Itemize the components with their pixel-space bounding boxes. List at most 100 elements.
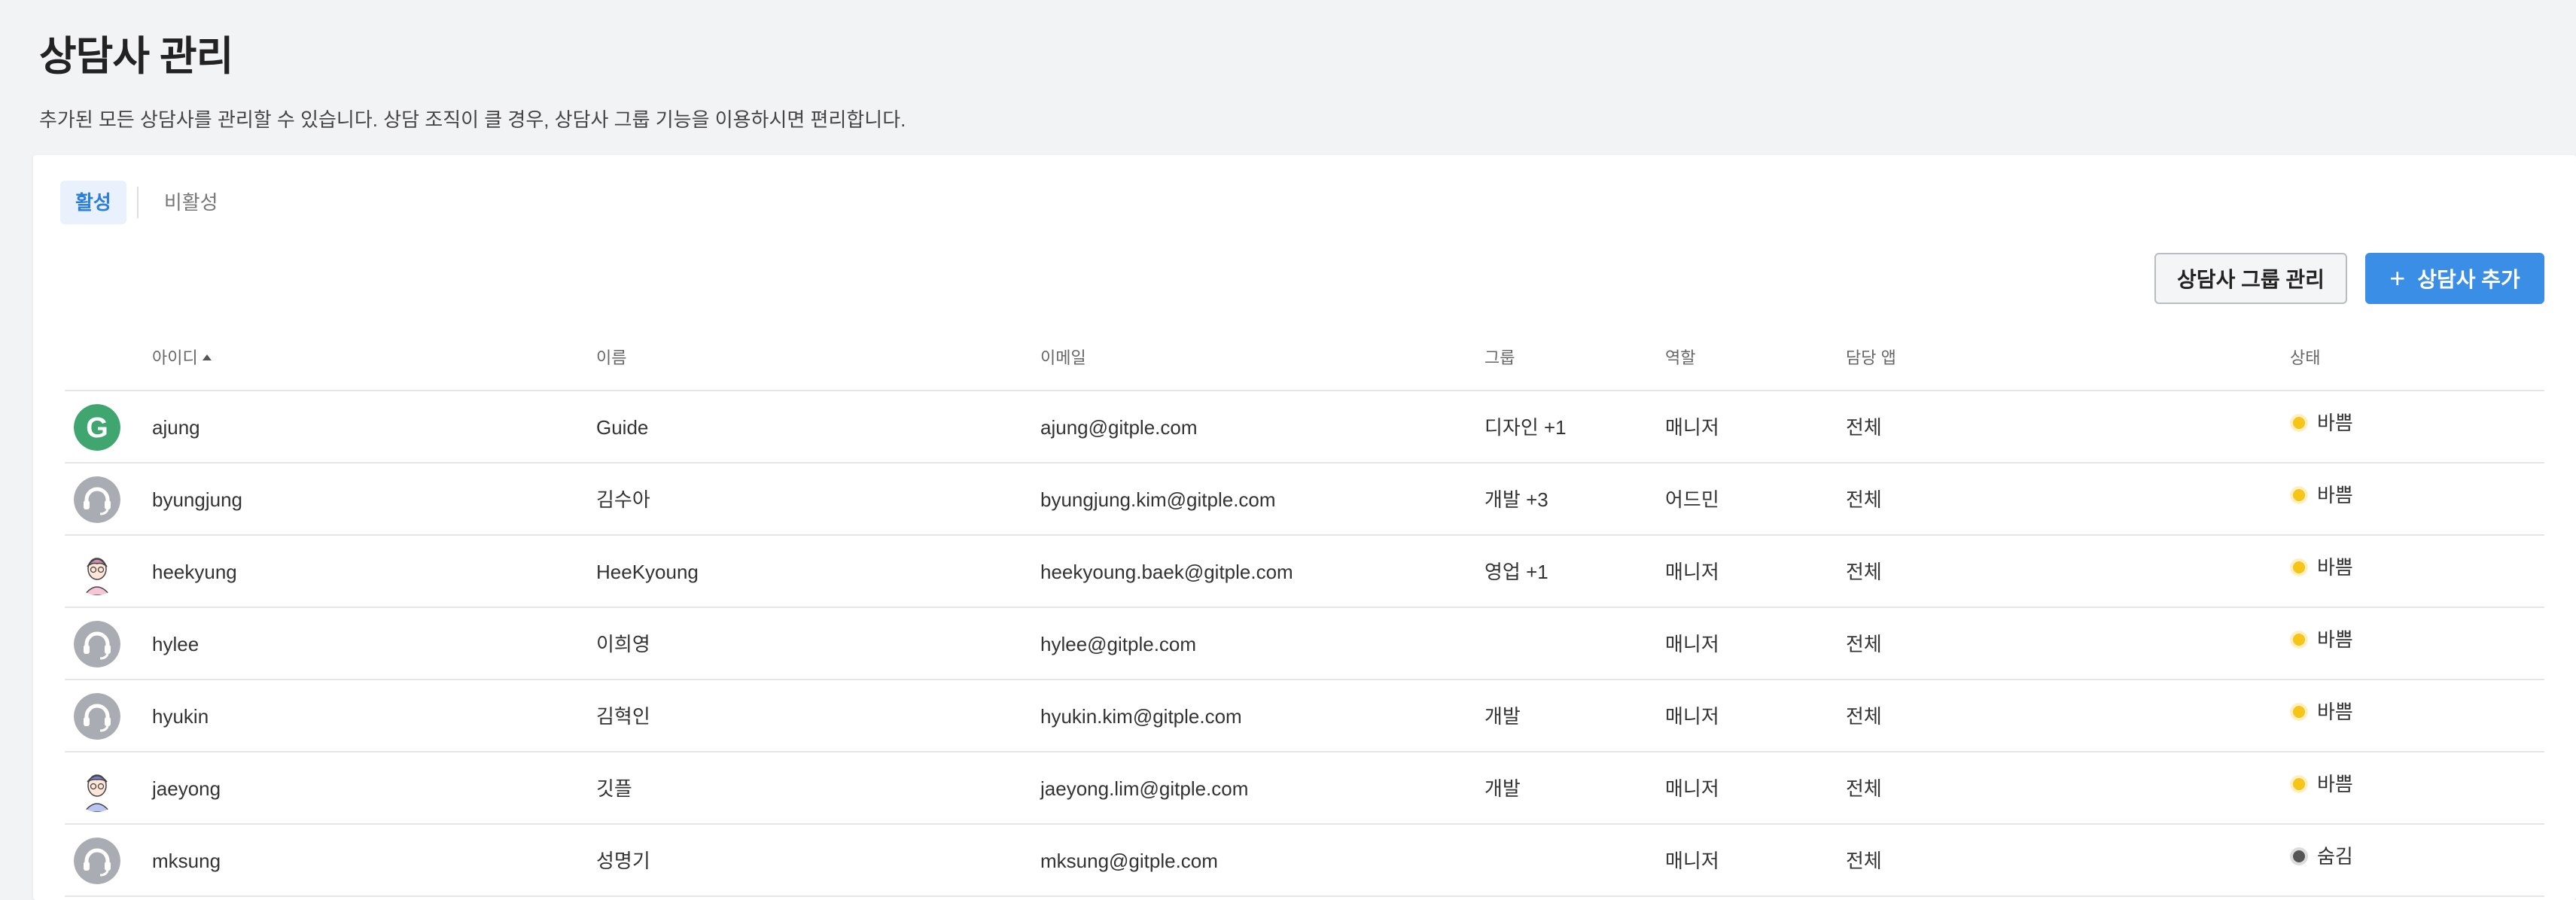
status-label: 바쁨 <box>2317 701 2353 723</box>
cell-app: 전체 <box>1846 561 1882 583</box>
status-label: 바쁨 <box>2317 484 2353 506</box>
cell-id: mksung <box>152 850 221 872</box>
status-label: 바쁨 <box>2317 556 2353 579</box>
cell-email: jaeyong.lim@gitple.com <box>1040 777 1249 800</box>
table-row[interactable]: jaeyong 깃플 jaeyong.lim@gitple.com 개발 매니저 전체 바쁨 <box>65 753 2544 825</box>
cell-group: 개발 <box>1484 705 1521 728</box>
headset-avatar-icon <box>74 476 120 523</box>
cell-app: 전체 <box>1846 850 1882 872</box>
column-header-email: 이메일 <box>1040 348 1086 367</box>
cell-email: hyukin.kim@gitple.com <box>1040 705 1242 728</box>
status-dot-icon <box>2290 631 2308 649</box>
cell-email: hylee@gitple.com <box>1040 633 1197 655</box>
page-title: 상담사 관리 <box>39 34 233 79</box>
user-avatar <box>74 549 120 595</box>
status-label: 숨김 <box>2317 845 2353 868</box>
cell-email: byungjung.kim@gitple.com <box>1040 488 1276 511</box>
status-indicator: 숨김 <box>2290 820 2353 892</box>
table-row[interactable]: Gajung Guide ajung@gitple.com 디자인 +1 매니저 전체 바쁨 <box>65 391 2544 464</box>
cell-group: 개발 <box>1484 777 1521 800</box>
headset-avatar-icon <box>74 621 120 667</box>
cell-id: heekyung <box>152 561 237 583</box>
cell-email: ajung@gitple.com <box>1040 416 1198 439</box>
status-indicator: 바쁨 <box>2290 748 2353 820</box>
cell-app: 전체 <box>1846 777 1882 800</box>
cell-role: 매니저 <box>1665 561 1719 583</box>
cell-app: 전체 <box>1846 633 1882 655</box>
table-row[interactable]: hylee 이희영 hylee@gitple.com 매니저 전체 바쁨 <box>65 608 2544 680</box>
status-label: 바쁨 <box>2317 412 2353 434</box>
column-header-id[interactable]: 아이디 <box>152 325 212 391</box>
cell-id: ajung <box>152 416 200 439</box>
cell-status: 바쁨 <box>2290 680 2353 753</box>
cell-app: 전체 <box>1846 705 1882 728</box>
status-indicator: 바쁨 <box>2290 459 2353 531</box>
cell-name: Guide <box>596 416 649 439</box>
cell-name: 깃플 <box>596 777 632 800</box>
column-header-group: 그룹 <box>1484 348 1515 367</box>
headset-avatar-icon <box>74 838 120 884</box>
cell-app: 전체 <box>1846 416 1882 439</box>
tab-inactive[interactable]: 비활성 <box>149 181 233 224</box>
cell-role: 어드민 <box>1665 488 1719 511</box>
tab-active[interactable]: 활성 <box>60 181 126 224</box>
status-dot-icon <box>2290 558 2308 576</box>
agent-table: 아이디 이름 이메일 그룹 역할 담당 앱 상태 Gajung Guide ajun… <box>65 325 2544 897</box>
table-row[interactable]: hyukin 김혁인 hyukin.kim@gitple.com 개발 매니저 전체 바쁨 <box>65 680 2544 753</box>
column-header-name: 이름 <box>596 348 627 367</box>
cell-role: 매니저 <box>1665 416 1719 439</box>
status-dot-icon <box>2290 703 2308 721</box>
cell-status: 숨김 <box>2290 825 2353 897</box>
headset-avatar-icon <box>74 693 120 740</box>
cell-status: 바쁨 <box>2290 753 2353 825</box>
tab-divider <box>136 187 139 218</box>
cell-name: HeeKyoung <box>596 561 699 583</box>
cell-id: hyukin <box>152 705 209 728</box>
manage-agent-groups-button[interactable]: 상담사 그룹 관리 <box>2154 253 2347 304</box>
cell-group: 디자인 +1 <box>1484 416 1567 439</box>
cell-app: 전체 <box>1846 488 1882 511</box>
cell-status: 바쁨 <box>2290 391 2353 464</box>
cell-role: 매니저 <box>1665 777 1719 800</box>
manage-agent-groups-label: 상담사 그룹 관리 <box>2177 268 2325 291</box>
cell-email: mksung@gitple.com <box>1040 850 1218 872</box>
table-body: Gajung Guide ajung@gitple.com 디자인 +1 매니저 전체 바쁨… <box>65 391 2544 897</box>
cell-status: 바쁨 <box>2290 464 2353 536</box>
status-indicator: 바쁨 <box>2290 387 2353 459</box>
cell-status: 바쁨 <box>2290 536 2353 608</box>
cell-name: 김수아 <box>596 488 650 511</box>
guide-logo-avatar: G <box>74 404 120 451</box>
cell-status: 바쁨 <box>2290 608 2353 680</box>
cell-role: 매니저 <box>1665 633 1719 655</box>
status-indicator: 바쁨 <box>2290 676 2353 748</box>
status-indicator: 바쁨 <box>2290 604 2353 676</box>
status-dot-icon <box>2290 414 2308 432</box>
cell-id: jaeyong <box>152 777 221 800</box>
table-row[interactable]: mksung 성명기 mksung@gitple.com 매니저 전체 숨김 <box>65 825 2544 897</box>
user-avatar <box>74 765 120 812</box>
add-agent-label: 상담사 추가 <box>2417 268 2520 291</box>
column-header-status: 상태 <box>2290 348 2321 367</box>
status-dot-icon <box>2290 847 2308 865</box>
status-indicator: 바쁨 <box>2290 531 2353 604</box>
table-row[interactable]: byungjung 김수아 byungjung.kim@gitple.com 개발 +… <box>65 464 2544 536</box>
page-description: 추가된 모든 상담사를 관리할 수 있습니다. 상담 조직이 클 경우, 상담사… <box>39 108 906 131</box>
table-row[interactable]: heekyung HeeKyoung heekyoung.baek@gitple.c… <box>65 536 2544 608</box>
page-header: 상담사 관리 추가된 모든 상담사를 관리할 수 있습니다. 상담 조직이 클 … <box>39 23 906 132</box>
svg-text:G: G <box>86 412 108 444</box>
status-tabs: 활성 비활성 <box>60 181 233 224</box>
cell-name: 이희영 <box>596 633 650 655</box>
cell-id: hylee <box>152 633 199 655</box>
status-label: 바쁨 <box>2317 773 2353 795</box>
add-agent-button[interactable]: + 상담사 추가 <box>2365 253 2544 304</box>
status-dot-icon <box>2290 486 2308 504</box>
status-dot-icon <box>2290 775 2308 793</box>
cell-role: 매니저 <box>1665 850 1719 872</box>
sort-ascending-icon <box>202 354 212 361</box>
cell-id: byungjung <box>152 488 242 511</box>
agent-management-card: 활성 비활성 상담사 그룹 관리 + 상담사 추가 아이디 이름 이메일 그룹 … <box>33 155 2576 900</box>
cell-role: 매니저 <box>1665 705 1719 728</box>
cell-name: 김혁인 <box>596 705 650 728</box>
table-header: 아이디 이름 이메일 그룹 역할 담당 앱 상태 <box>65 325 2544 391</box>
cell-group: 영업 +1 <box>1484 561 1548 583</box>
